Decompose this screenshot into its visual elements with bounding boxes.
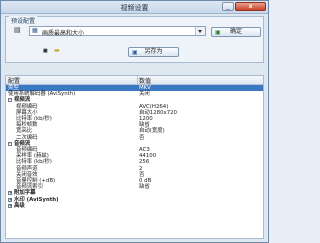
setting-name: 音频流 bbox=[14, 140, 31, 147]
category-row[interactable]: - 视频流 bbox=[6, 97, 263, 103]
folder-icon[interactable]: ▬ bbox=[54, 47, 60, 54]
category-row[interactable]: + 水印 (AviSynth) bbox=[6, 197, 263, 203]
confirm-label: 确定 bbox=[229, 28, 242, 35]
setting-row[interactable]: 音量控制 (+dB) 0 dB bbox=[6, 178, 263, 184]
setting-row[interactable]: 比特率 (kb/秒) 256 bbox=[6, 159, 263, 165]
confirm-button[interactable]: ▣ 确定 bbox=[211, 27, 261, 37]
header-divider bbox=[137, 76, 138, 84]
setting-name: 宽高比 bbox=[16, 128, 33, 135]
setting-row[interactable]: 音频流索引 缺省 bbox=[6, 184, 263, 190]
setting-value[interactable]: 否 bbox=[139, 172, 144, 178]
save-icon: ▣ bbox=[132, 49, 138, 56]
preset-selected-value: 画质最高和大小 bbox=[42, 30, 85, 37]
setting-row[interactable]: 视频编码 AVC(H264) bbox=[6, 104, 263, 110]
setting-name: 比特率 (kb/秒) bbox=[16, 159, 52, 166]
setting-value[interactable]: 关闭 bbox=[139, 91, 150, 97]
setting-value[interactable]: AC3 bbox=[139, 147, 150, 153]
setting-value[interactable]: 自动(宽度) bbox=[139, 128, 165, 134]
setting-value[interactable]: 自动1280x720 bbox=[139, 110, 177, 116]
setting-value[interactable]: 缺省 bbox=[139, 184, 150, 190]
setting-row[interactable]: 关闭音效 否 bbox=[6, 172, 263, 178]
small-save-icon: ■ bbox=[43, 48, 48, 54]
setting-value[interactable]: AVC(H264) bbox=[139, 104, 168, 110]
category-row[interactable]: + 高级 bbox=[6, 203, 263, 209]
settings-grid: 配置 数值 类型 MKV 使用系统解码器 (AviSynth) 关闭 - 视频流 视频编码 A… bbox=[5, 75, 264, 239]
setting-name: 关闭音效 bbox=[16, 171, 38, 178]
header-value: 数值 bbox=[139, 78, 152, 85]
video-settings-window: 视频设置 _ x 预设配置 ▤ ▦ 画质最高和大小 ▣ 确定 ■ ▬ ▣ 另存为… bbox=[0, 0, 269, 243]
expand-icon[interactable]: + bbox=[8, 191, 12, 196]
setting-name: 屏幕大小 bbox=[16, 109, 38, 116]
header-name: 配置 bbox=[8, 78, 21, 85]
chevron-down-icon[interactable] bbox=[195, 27, 205, 35]
check-icon: ▣ bbox=[215, 29, 221, 36]
category-row[interactable]: - 音频流 bbox=[6, 141, 263, 147]
setting-name: 音频声道 bbox=[16, 165, 38, 172]
setting-row[interactable]: 音频声道 2 bbox=[6, 166, 263, 172]
setting-name: 高级 bbox=[14, 202, 25, 209]
category-row[interactable]: + 附加字幕 bbox=[6, 190, 263, 196]
setting-row[interactable]: 宽高比 自动(宽度) bbox=[6, 128, 263, 134]
preset-dropdown[interactable]: ▦ 画质最高和大小 bbox=[29, 26, 206, 37]
setting-row[interactable]: 比特率 (kb/秒) 1200 bbox=[6, 116, 263, 122]
setting-name: 附加字幕 bbox=[14, 190, 36, 197]
save-as-label: 另存为 bbox=[144, 48, 163, 55]
setting-value[interactable]: 44100 bbox=[139, 153, 156, 159]
expand-icon[interactable]: + bbox=[8, 203, 12, 208]
preset-group: 预设配置 ▤ ▦ 画质最高和大小 ▣ 确定 ■ ▬ ▣ 另存为 bbox=[5, 16, 264, 63]
setting-row[interactable]: 使用系统解码器 (AviSynth) 关闭 bbox=[6, 91, 263, 97]
save-as-button[interactable]: ▣ 另存为 bbox=[128, 47, 179, 57]
title-bar[interactable]: 视频设置 _ x bbox=[1, 1, 268, 14]
video-file-icon: ▤ bbox=[14, 26, 21, 34]
collapse-icon[interactable]: - bbox=[8, 141, 12, 146]
collapse-icon[interactable]: - bbox=[8, 98, 12, 103]
preset-list-icon: ▦ bbox=[32, 27, 38, 34]
expand-icon[interactable]: + bbox=[8, 197, 12, 202]
setting-name: 水印 (AviSynth) bbox=[14, 196, 59, 203]
setting-value[interactable]: 2 bbox=[139, 166, 142, 172]
setting-row[interactable]: 每秒帧数 缺省 bbox=[6, 122, 263, 128]
setting-value[interactable]: 256 bbox=[139, 159, 149, 165]
preset-group-label: 预设配置 bbox=[9, 16, 38, 25]
close-button[interactable]: x bbox=[235, 2, 266, 11]
setting-name: 视频编码 bbox=[16, 103, 38, 110]
setting-name: 视频流 bbox=[14, 97, 31, 104]
settings-header: 配置 数值 bbox=[6, 76, 263, 85]
minimize-button[interactable]: _ bbox=[222, 2, 234, 11]
setting-name: 二次编码 bbox=[16, 134, 38, 141]
setting-row[interactable]: 二次编码 否 bbox=[6, 135, 263, 141]
setting-row[interactable]: 屏幕大小 自动1280x720 bbox=[6, 110, 263, 116]
setting-value[interactable]: 否 bbox=[139, 135, 144, 141]
